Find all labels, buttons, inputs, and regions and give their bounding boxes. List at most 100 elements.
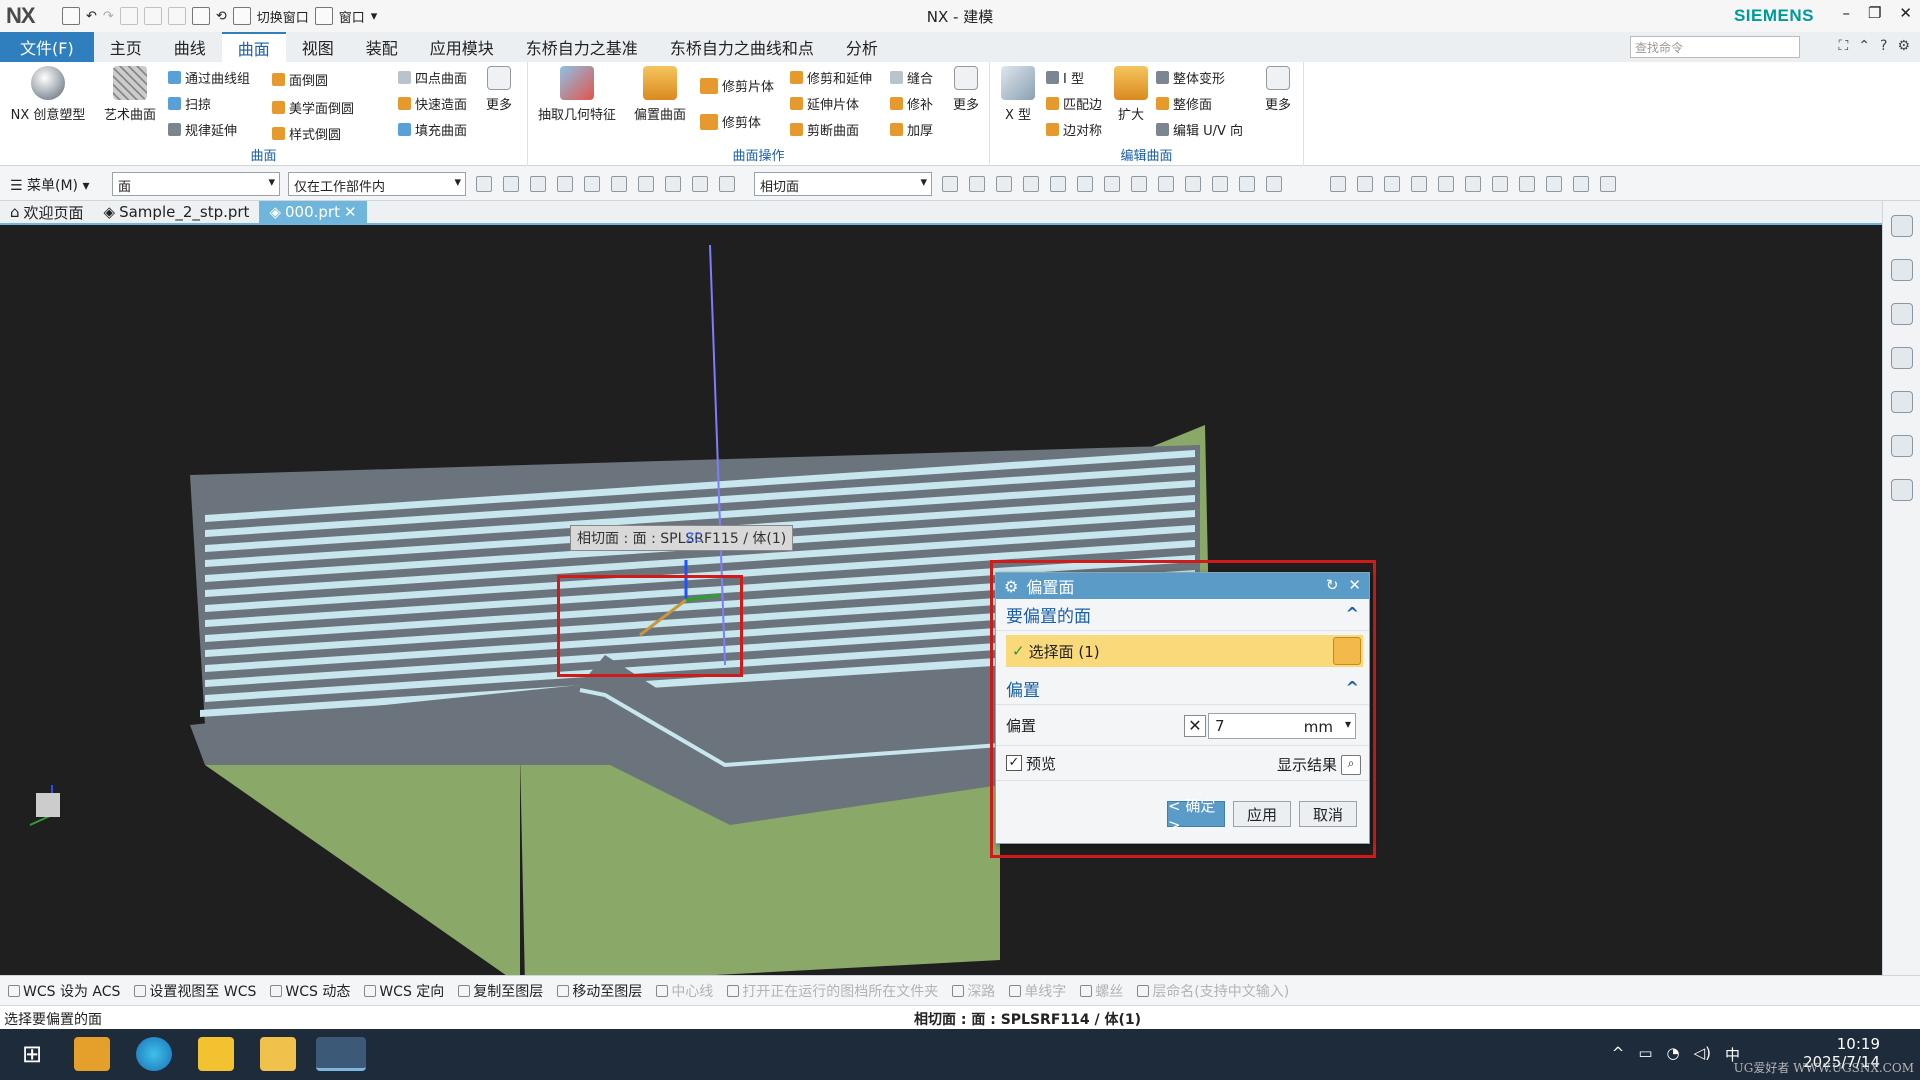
global-shaping-button[interactable]: 整体变形 [1156,68,1225,87]
view-icon[interactable] [1357,176,1373,192]
filter-icon[interactable] [692,176,708,192]
wifi-icon[interactable]: ◔ [1667,1044,1680,1065]
history-icon[interactable] [1890,435,1913,457]
tab-file[interactable]: 文件(F) [0,32,94,62]
repeat-command-icon[interactable]: ⟲ [216,9,227,24]
snap-icon[interactable] [1239,176,1255,192]
apply-button[interactable]: 应用 [1233,801,1291,827]
trim-extend-button[interactable]: 修剪和延伸 [790,68,872,87]
close-tab-icon[interactable]: ✕ [344,203,357,221]
more-ops-button[interactable]: 更多 [944,66,988,113]
reset-icon[interactable]: ↻ [1326,576,1339,594]
view-icon[interactable] [1600,176,1616,192]
face-blend-button[interactable]: 面倒圆 [272,70,328,89]
x-form-button[interactable]: X 型 [994,66,1042,123]
cancel-button[interactable]: 取消 [1299,801,1357,827]
show-result-button[interactable]: 显示结果 ⌕ [1277,754,1361,775]
snap-icon[interactable] [1131,176,1147,192]
edit-uv-button[interactable]: 编辑 U/V 向 [1156,120,1243,139]
filter-icon[interactable] [665,176,681,192]
graphics-viewport[interactable]: 相切面 : 面 : SPLSRF115 / 体(1) ZC [0,225,1882,975]
filter-icon[interactable] [611,176,627,192]
select-face-row[interactable]: ✓ 选择面 (1) [1006,635,1363,667]
section-offset[interactable]: 偏置 ^ [996,673,1369,705]
cut-icon[interactable] [119,7,138,25]
deep-path-button[interactable]: 深路 [952,981,995,1001]
tab-dq-datum[interactable]: 东桥自力之基准 [510,32,654,62]
battery-icon[interactable]: ▭ [1638,1044,1652,1065]
filter-icon[interactable] [719,176,735,192]
snap-icon[interactable] [1104,176,1120,192]
view-icon[interactable] [1492,176,1508,192]
aesthetic-blend-button[interactable]: 美学面倒圆 [272,98,354,117]
sew-button[interactable]: 缝合 [890,68,933,87]
offset-value-input[interactable]: 7 mm ▾ [1208,713,1356,739]
tab-sample-part[interactable]: ◈ Sample_2_stp.prt [94,201,260,223]
move-to-layer-button[interactable]: 移动至图层 [557,981,642,1001]
windows-start-icon[interactable]: ⊞ [14,1037,50,1071]
more-surface-button[interactable]: 更多 [474,66,524,113]
patch-button[interactable]: 修补 [890,94,933,113]
match-edge-button[interactable]: 匹配边 [1046,94,1102,113]
snap-icon[interactable] [1212,176,1228,192]
view-icon[interactable] [1384,176,1400,192]
collapse-ribbon-icon[interactable]: ⌃ [1858,38,1870,54]
trim-surface-button[interactable]: 剪断曲面 [790,120,859,139]
face-select-icon[interactable] [1333,637,1361,665]
preview-checkbox[interactable]: ✓ [1006,755,1022,771]
constraint-navigator-icon[interactable] [1890,347,1913,369]
snap-icon[interactable] [1158,176,1174,192]
chevron-up-icon[interactable]: ^ [1612,1044,1625,1065]
offset-surface-button[interactable]: 偏置曲面 [622,66,698,123]
filter-icon[interactable] [530,176,546,192]
more-edit-button[interactable]: 更多 [1256,66,1300,113]
through-curves-button[interactable]: 通过曲线组 [168,68,250,87]
tab-welcome[interactable]: ⌂ 欢迎页面 [0,201,94,223]
outlook-icon[interactable] [74,1037,110,1071]
sweep-button[interactable]: 扫掠 [168,94,211,113]
filter-icon[interactable] [584,176,600,192]
section-faces-to-offset[interactable]: 要偏置的面 ^ [996,599,1369,631]
extract-geometry-button[interactable]: 抽取几何特征 [534,66,620,123]
reverse-direction-icon[interactable]: ✕ [1184,715,1206,737]
menu-button[interactable]: ☰ 菜单(M) ▾ [10,175,90,195]
view-icon[interactable] [1411,176,1427,192]
extend-sheet-button[interactable]: 延伸片体 [790,94,859,113]
app-icon[interactable] [198,1037,234,1071]
rapid-surface-button[interactable]: 快速造面 [398,94,467,113]
scope-select[interactable]: 仅在工作部件内 [288,172,466,196]
nx-creative-button[interactable]: NX 创意塑型 [10,66,86,123]
touch-mode-icon[interactable] [191,7,210,25]
type-filter-select[interactable]: 面 [112,172,280,196]
snap-icon[interactable] [1266,176,1282,192]
face-rule-select[interactable]: 相切面 [754,172,932,196]
open-folder-button[interactable]: 打开正在运行的图档所在文件夹 [727,981,938,1001]
tab-applications[interactable]: 应用模块 [414,32,510,62]
redo-icon[interactable]: ↷ [103,9,114,24]
view-icon[interactable] [1330,176,1346,192]
tab-dq-curve-point[interactable]: 东桥自力之曲线和点 [654,32,830,62]
settings-icon[interactable]: ⚙ [1897,38,1910,54]
thicken-button[interactable]: 加厚 [890,120,933,139]
volume-icon[interactable]: ◁) [1694,1044,1711,1065]
copy-to-layer-button[interactable]: 复制至图层 [458,981,543,1001]
file-explorer-icon[interactable] [260,1037,296,1071]
ok-button[interactable]: < 确定 > [1167,797,1225,834]
filter-icon[interactable] [638,176,654,192]
screw-button[interactable]: 螺丝 [1080,981,1123,1001]
save-icon[interactable] [62,7,80,25]
view-icon[interactable] [1438,176,1454,192]
view-to-wcs-button[interactable]: 设置视图至 WCS [134,981,256,1001]
wcs-to-acs-button[interactable]: WCS 设为 ACS [8,981,120,1001]
trim-body-button[interactable]: 修剪体 [700,112,761,131]
chevron-down-icon[interactable]: ▾ [1345,717,1351,731]
edge-symmetric-button[interactable]: 边对称 [1046,120,1102,139]
web-browser-icon[interactable] [1890,391,1913,413]
wcs-dynamic-button[interactable]: WCS 动态 [270,981,350,1001]
chevron-up-icon[interactable]: ^ [1346,604,1359,623]
view-icon[interactable] [1519,176,1535,192]
settings-icon[interactable] [1890,215,1913,237]
help-icon[interactable]: ? [1880,38,1887,54]
single-line-text-button[interactable]: 单线字 [1009,981,1066,1001]
gear-icon[interactable]: ⚙ [1004,577,1018,596]
